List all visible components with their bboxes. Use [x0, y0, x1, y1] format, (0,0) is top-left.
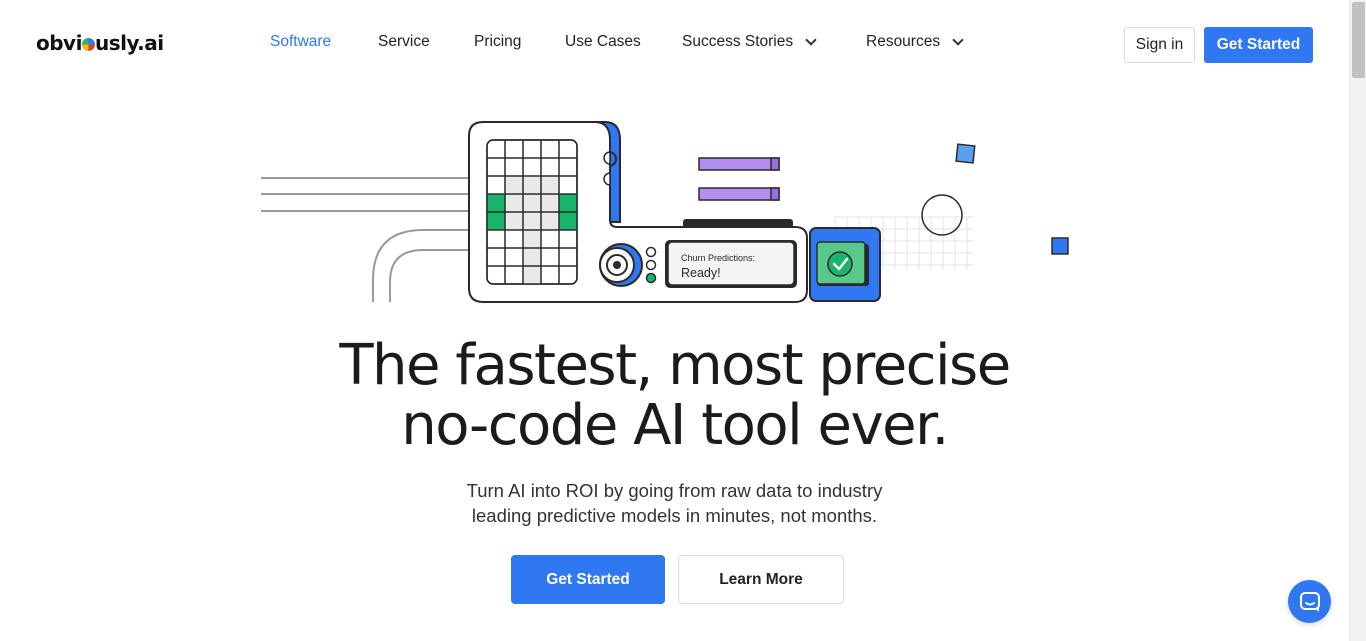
sign-in-button[interactable]: Sign in: [1124, 27, 1195, 63]
check-icon: [827, 251, 853, 277]
nav-item-software[interactable]: Software: [270, 33, 331, 51]
hero-headline: The fastest, most precise no-code AI too…: [0, 336, 1349, 456]
chat-bubble-icon: [1299, 591, 1320, 612]
nav-item-label: Success Stories: [682, 33, 794, 50]
scrollbar-thumb[interactable]: [1352, 2, 1365, 78]
logo-text-right: usly.ai: [94, 31, 164, 55]
nav-item-label: Pricing: [474, 33, 522, 50]
subtitle-line-2: leading predictive models in minutes, no…: [471, 505, 878, 526]
get-started-button[interactable]: Get Started: [1204, 27, 1313, 63]
purple-bars: [698, 157, 780, 201]
learn-more-button[interactable]: Learn More: [678, 555, 844, 604]
status-title: Churn Predictions:: [681, 253, 755, 263]
chevron-down-icon: [952, 34, 964, 46]
nav-item-use-cases[interactable]: Use Cases: [565, 33, 641, 51]
chevron-down-icon: [805, 34, 817, 46]
nav-item-success-stories[interactable]: Success Stories: [682, 33, 817, 51]
hero-get-started-button[interactable]: Get Started: [511, 555, 665, 604]
floating-square-blue: [1051, 237, 1069, 255]
floating-square-light: [955, 143, 976, 164]
site-header: obvi usly.ai Software Service Pricing Us…: [0, 0, 1349, 88]
data-lines: [261, 177, 470, 302]
logo-mark-icon: [81, 38, 95, 51]
logo-text-left: obvi: [36, 31, 82, 55]
hero-subtitle: Turn AI into ROI by going from raw data …: [0, 478, 1349, 528]
headline-line-1: The fastest, most precise: [339, 333, 1011, 398]
nav-item-label: Software: [270, 33, 332, 50]
dial-icon: [599, 243, 643, 287]
headline-line-2: no-code AI tool ever.: [401, 393, 949, 458]
subtitle-line-1: Turn AI into ROI by going from raw data …: [466, 480, 883, 501]
page-scrollbar[interactable]: [1349, 0, 1366, 641]
nav-item-pricing[interactable]: Pricing: [474, 33, 521, 51]
logo[interactable]: obvi usly.ai: [36, 31, 164, 55]
nav-item-label: Use Cases: [565, 33, 641, 50]
data-matrix: [486, 139, 578, 285]
status-value: Ready!: [681, 266, 721, 280]
chat-launcher-button[interactable]: [1288, 580, 1331, 623]
nav-item-label: Resources: [866, 33, 941, 50]
hero-illustration: Churn Predictions: Ready!: [261, 121, 1069, 303]
nav-item-service[interactable]: Service: [378, 33, 430, 51]
nav-item-resources[interactable]: Resources: [866, 33, 964, 51]
nav-item-label: Service: [378, 33, 430, 50]
